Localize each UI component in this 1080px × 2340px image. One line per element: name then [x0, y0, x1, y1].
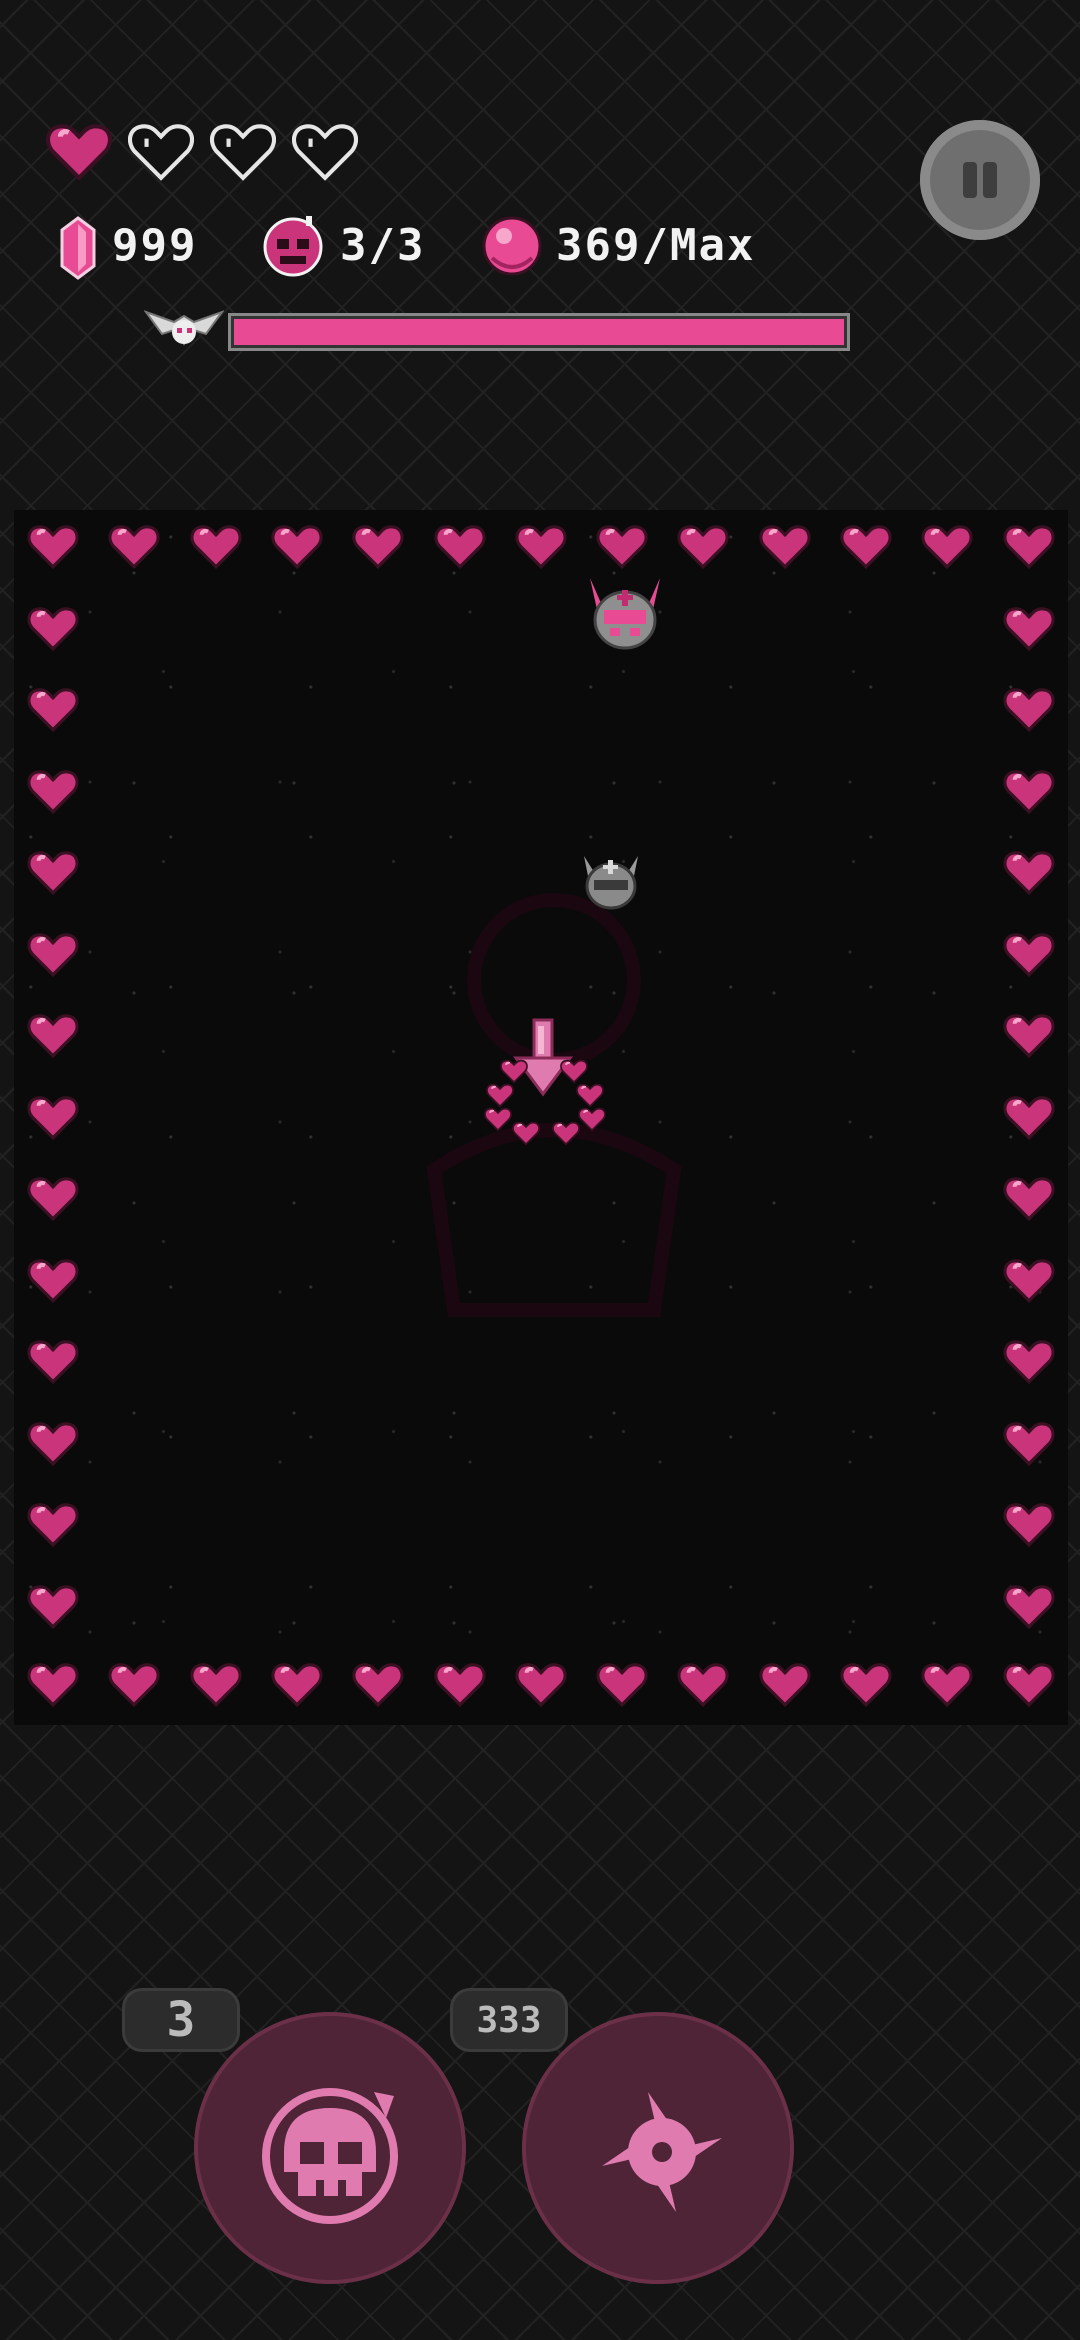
border-heart-icon: [1003, 604, 1055, 652]
skull-bomb-icon: [263, 216, 323, 277]
border-heart-icon: [27, 1011, 79, 1059]
border-heart-icon: [840, 522, 892, 570]
border-heart-icon: [759, 1660, 811, 1708]
horned-boss-enemy: [590, 578, 660, 650]
border-heart-icon: [1003, 930, 1055, 978]
heart-shot-icon: [576, 1082, 604, 1108]
border-heart-icon: [434, 522, 486, 570]
heart-shot-icon: [486, 1082, 514, 1108]
heart-empty-icon: [292, 120, 358, 182]
heart-empty-icon: [128, 120, 194, 182]
border-heart-icon: [27, 1093, 79, 1141]
bomb-count-badge: 3: [122, 1988, 240, 2052]
border-heart-icon: [677, 522, 729, 570]
heart-shot-icon: [578, 1106, 606, 1132]
shuriken-count-badge: 333: [450, 1988, 568, 2052]
border-heart-icon: [1003, 1256, 1055, 1304]
bomb-count: 3/3: [340, 220, 426, 271]
shuriken-button[interactable]: [522, 2012, 794, 2284]
border-heart-icon: [596, 1660, 648, 1708]
heart-empty-icon: [210, 120, 276, 182]
border-heart-icon: [27, 604, 79, 652]
border-heart-icon: [190, 522, 242, 570]
heart-full-icon: [46, 120, 112, 182]
pause-icon-bar: [983, 162, 997, 198]
border-heart-icon: [108, 522, 160, 570]
boss-health-fill: [234, 319, 844, 345]
border-heart-icon: [921, 1660, 973, 1708]
border-heart-icon: [27, 685, 79, 733]
border-heart-icon: [921, 522, 973, 570]
border-heart-icon: [1003, 1500, 1055, 1548]
heart-shot-icon: [552, 1120, 580, 1146]
border-heart-icon: [27, 1337, 79, 1385]
border-heart-icon: [1003, 1337, 1055, 1385]
heart-shot-icon: [484, 1106, 512, 1132]
skull-bomb-icon: [262, 2088, 398, 2224]
border-heart-icon: [596, 522, 648, 570]
border-heart-icon: [27, 1256, 79, 1304]
pause-icon: [963, 162, 977, 198]
border-heart-icon: [1003, 1419, 1055, 1467]
pause-button[interactable]: [920, 120, 1040, 240]
border-heart-icon: [352, 1660, 404, 1708]
border-heart-icon: [1003, 522, 1055, 570]
grey-minion-enemy: [584, 856, 638, 910]
border-heart-icon: [271, 1660, 323, 1708]
border-heart-icon: [1003, 848, 1055, 896]
border-heart-icon: [1003, 685, 1055, 733]
border-heart-icon: [27, 848, 79, 896]
winged-skull-icon: [144, 310, 224, 346]
border-heart-icon: [27, 1660, 79, 1708]
border-heart-icon: [271, 522, 323, 570]
border-heart-icon: [27, 522, 79, 570]
border-heart-icon: [1003, 1174, 1055, 1222]
lives-bar: [46, 120, 366, 190]
border-heart-icon: [434, 1660, 486, 1708]
border-heart-icon: [515, 522, 567, 570]
border-heart-icon: [1003, 1011, 1055, 1059]
border-heart-icon: [515, 1660, 567, 1708]
orb-icon: [482, 216, 542, 276]
heart-shot-icon: [500, 1058, 528, 1084]
border-heart-icon: [840, 1660, 892, 1708]
game-arena[interactable]: [14, 510, 1068, 1725]
border-heart-icon: [27, 1419, 79, 1467]
heart-shot-icon: [512, 1120, 540, 1146]
shuriken-icon: [602, 2092, 722, 2212]
border-heart-icon: [27, 1500, 79, 1548]
gem-count: 999: [112, 220, 198, 271]
gem-icon: [60, 216, 96, 280]
heart-shot-icon: [560, 1058, 588, 1084]
border-heart-icon: [27, 767, 79, 815]
border-heart-icon: [1003, 1093, 1055, 1141]
orb-count: 369/Max: [556, 220, 756, 271]
border-heart-icon: [759, 522, 811, 570]
border-heart-icon: [108, 1660, 160, 1708]
border-heart-icon: [1003, 1582, 1055, 1630]
border-heart-icon: [27, 930, 79, 978]
shuriken-button-count: 333: [476, 1999, 542, 2041]
bomb-button-count: 3: [166, 1992, 196, 2048]
border-heart-icon: [27, 1174, 79, 1222]
border-heart-icon: [352, 522, 404, 570]
bomb-button[interactable]: [194, 2012, 466, 2284]
border-heart-icon: [1003, 767, 1055, 815]
border-heart-icon: [1003, 1660, 1055, 1708]
border-heart-icon: [677, 1660, 729, 1708]
border-heart-icon: [190, 1660, 242, 1708]
border-heart-icon: [27, 1582, 79, 1630]
boss-health-bar: [228, 313, 850, 351]
background-skull-silhouette: [426, 893, 682, 1317]
